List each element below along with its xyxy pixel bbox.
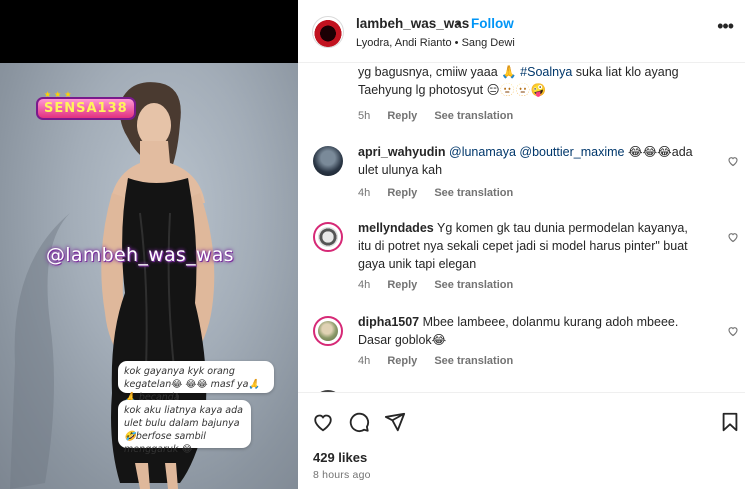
separator-dot: • bbox=[456, 16, 461, 31]
post-timestamp: 8 hours ago bbox=[313, 469, 371, 481]
audio-credit[interactable]: Lyodra, Andi Rianto • Sang Dewi bbox=[356, 37, 515, 49]
watermark-logo: ★★★ SENSA138 bbox=[36, 90, 136, 120]
reply-button[interactable]: Reply bbox=[387, 355, 417, 367]
post-header: lambeh_was_was • Follow Lyodra, Andi Ria… bbox=[298, 0, 745, 63]
avatar[interactable] bbox=[312, 16, 344, 48]
comment-meta: 5h Reply See translation bbox=[358, 110, 527, 122]
watermark-handle: @lambeh_was_was bbox=[46, 244, 234, 266]
post-media[interactable]: ★★★ SENSA138 @lambeh_was_was kok gayanya… bbox=[0, 0, 298, 489]
see-translation-button[interactable]: See translation bbox=[434, 187, 513, 199]
author-username[interactable]: lambeh_was_was bbox=[356, 16, 469, 31]
comment-username[interactable]: dipha1507 bbox=[358, 315, 419, 329]
follow-button[interactable]: Follow bbox=[471, 16, 514, 31]
comment-time: 5h bbox=[358, 110, 371, 122]
post-details-pane: lambeh_was_was • Follow Lyodra, Andi Ria… bbox=[298, 0, 745, 489]
comment-time: 4h bbox=[358, 279, 371, 291]
overlay-comment-bubble: kok aku liatnya kaya ada ulet bulu dalam… bbox=[118, 400, 251, 455]
avatar[interactable] bbox=[313, 222, 343, 252]
media-letterbox bbox=[0, 0, 298, 63]
like-comment-heart-icon[interactable] bbox=[727, 231, 739, 243]
like-comment-heart-icon[interactable] bbox=[727, 325, 739, 337]
reply-button[interactable]: Reply bbox=[387, 110, 417, 122]
see-translation-button[interactable]: See translation bbox=[434, 355, 513, 367]
comment-text: mellyndades Yg komen gk tau dunia permod… bbox=[358, 221, 688, 271]
post-photo: ★★★ SENSA138 @lambeh_was_was kok gayanya… bbox=[0, 63, 298, 489]
avatar[interactable] bbox=[313, 316, 343, 346]
reply-button[interactable]: Reply bbox=[387, 187, 417, 199]
comment-meta: 4h Reply See translation bbox=[358, 187, 527, 199]
comment-time: 4h bbox=[358, 187, 371, 199]
sparkle-icon: ★★★ bbox=[44, 90, 75, 99]
comment-username[interactable]: mellyndades bbox=[358, 221, 434, 235]
save-bookmark-icon[interactable] bbox=[719, 411, 741, 433]
comment-icon[interactable] bbox=[348, 411, 370, 433]
comment-meta: 4h Reply See translation bbox=[358, 355, 527, 367]
reply-button[interactable]: Reply bbox=[387, 279, 417, 291]
post-actions: 429 likes 8 hours ago bbox=[298, 392, 745, 489]
mention-link[interactable]: @bouttier_maxime bbox=[519, 145, 624, 159]
see-translation-button[interactable]: See translation bbox=[434, 279, 513, 291]
comments-list[interactable]: yg bagusnya, cmiiw yaaa 🙏 #Soalnya suka … bbox=[298, 63, 745, 392]
more-options-icon[interactable]: ••• bbox=[717, 16, 734, 37]
comment-username[interactable]: apri_wahyudin bbox=[358, 145, 446, 159]
comment-text: apri_wahyudin @lunamaya @bouttier_maxime… bbox=[358, 145, 693, 177]
share-icon[interactable] bbox=[384, 411, 406, 433]
see-translation-button[interactable]: See translation bbox=[434, 110, 513, 122]
comment-meta: 4h Reply See translation bbox=[358, 279, 527, 291]
like-count[interactable]: 429 likes bbox=[313, 450, 367, 465]
comment-text: dipha1507 Mbee lambeee, dolanmu kurang a… bbox=[358, 315, 679, 347]
overlay-comment-bubble: kok gayanya kyk orang kegatelan😂 😂😂 masf… bbox=[118, 361, 274, 403]
mention-link[interactable]: @lunamaya bbox=[449, 145, 516, 159]
comment-time: 4h bbox=[358, 355, 371, 367]
comment-text: yg bagusnya, cmiiw yaaa 🙏 #Soalnya suka … bbox=[358, 65, 679, 97]
avatar[interactable] bbox=[313, 146, 343, 176]
like-comment-heart-icon[interactable] bbox=[727, 155, 739, 167]
like-heart-icon[interactable] bbox=[312, 411, 334, 433]
hashtag-link[interactable]: #Soalnya bbox=[520, 65, 572, 79]
